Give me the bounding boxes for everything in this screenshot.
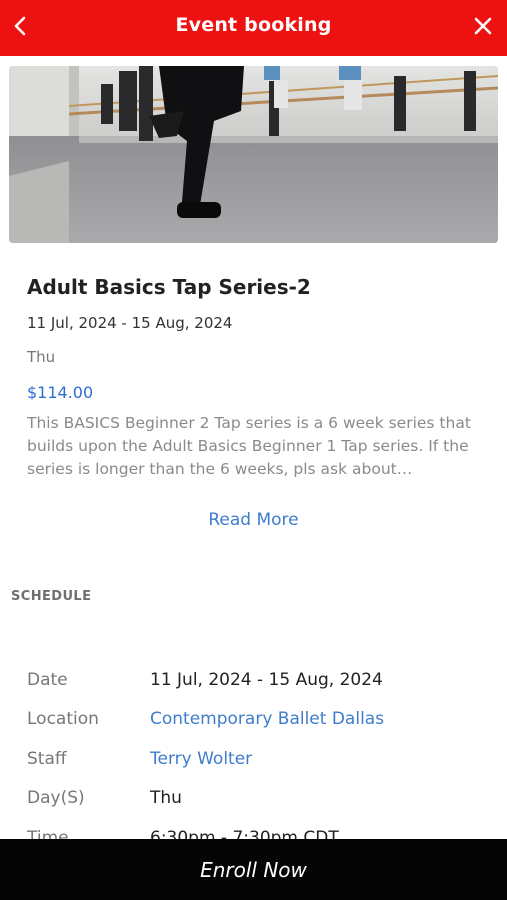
event-title: Adult Basics Tap Series-2 — [27, 275, 311, 299]
location-link[interactable]: Contemporary Ballet Dallas — [150, 709, 384, 729]
page-title: Event booking — [175, 14, 332, 36]
top-bar: Event booking — [0, 0, 507, 56]
read-more-link[interactable]: Read More — [0, 510, 507, 530]
event-description: This BASICS Beginner 2 Tap series is a 6… — [27, 414, 471, 478]
schedule-row-location: Location Contemporary Ballet Dallas — [27, 700, 487, 740]
schedule-label: Day(S) — [27, 788, 85, 809]
schedule-value-days: Thu — [150, 788, 182, 809]
enroll-now-button[interactable]: Enroll Now — [0, 839, 507, 900]
event-image — [9, 66, 498, 243]
event-price: $114.00 — [27, 383, 94, 402]
staff-link[interactable]: Terry Wolter — [150, 749, 252, 769]
schedule-label: Location — [27, 709, 99, 730]
close-button[interactable] — [467, 10, 499, 42]
close-icon — [474, 17, 492, 35]
schedule-heading: SCHEDULE — [11, 589, 92, 604]
schedule-row-date: Date 11 Jul, 2024 - 15 Aug, 2024 — [27, 660, 487, 700]
event-details: Adult Basics Tap Series-2 11 Jul, 2024 -… — [27, 270, 477, 481]
event-booking-screen: Event booking Adult Basics Tap Series-2 … — [0, 0, 507, 900]
schedule-row-days: Day(S) Thu — [27, 779, 487, 819]
event-day: Thu — [27, 348, 56, 366]
dance-studio-photo — [9, 66, 498, 243]
event-dates: 11 Jul, 2024 - 15 Aug, 2024 — [27, 314, 233, 332]
schedule-table: Date 11 Jul, 2024 - 15 Aug, 2024 Locatio… — [27, 660, 487, 858]
schedule-label: Date — [27, 669, 68, 690]
schedule-row-staff: Staff Terry Wolter — [27, 739, 487, 779]
schedule-label: Staff — [27, 748, 67, 769]
schedule-value-date: 11 Jul, 2024 - 15 Aug, 2024 — [150, 669, 383, 690]
